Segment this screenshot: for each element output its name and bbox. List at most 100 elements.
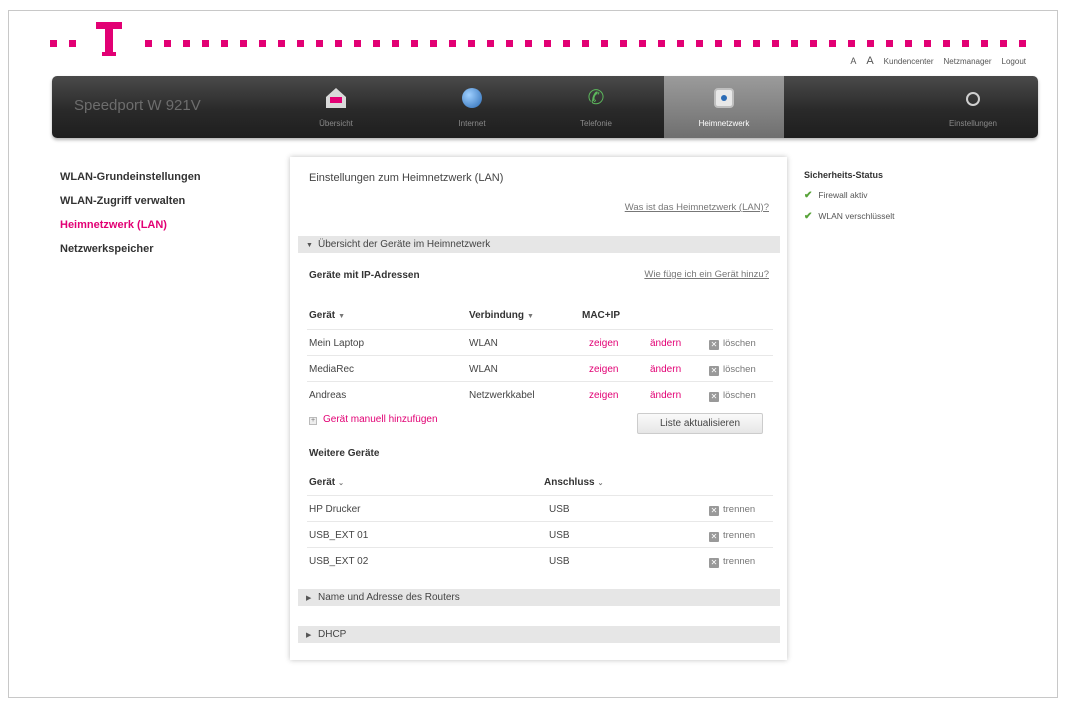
change-link[interactable]: ändern <box>650 338 681 349</box>
telekom-logo[interactable] <box>96 22 122 58</box>
brand-dot <box>468 40 475 47</box>
show-macip-link[interactable]: zeigen <box>589 338 618 349</box>
table-row: Mein Laptop WLAN zeigen ändern ✕ löschen <box>307 329 773 355</box>
col-header-connection[interactable]: Verbindung ▼ <box>469 310 534 321</box>
table-row: MediaRec WLAN zeigen ändern ✕ löschen <box>307 355 773 381</box>
brand-dot <box>867 40 874 47</box>
col-label: Anschluss <box>544 477 595 488</box>
netzmanager-link[interactable]: Netzmanager <box>944 57 992 66</box>
device-name: Andreas <box>309 390 347 401</box>
connection-type: WLAN <box>469 338 498 349</box>
brand-dot <box>221 40 228 47</box>
tab-uebersicht[interactable]: Übersicht <box>282 76 390 138</box>
kundencenter-link[interactable]: Kundencenter <box>884 57 934 66</box>
delete-button[interactable]: ✕ löschen <box>709 338 756 350</box>
brand-dot <box>487 40 494 47</box>
sidebar-item-netzwerkspeicher[interactable]: Netzwerkspeicher <box>60 242 260 266</box>
disconnect-button[interactable]: ✕ trennen <box>709 556 755 568</box>
tab-heimnetzwerk[interactable]: Heimnetzwerk <box>664 76 784 138</box>
change-link[interactable]: ändern <box>650 364 681 375</box>
brand-dotted-line <box>50 40 1035 48</box>
delete-button[interactable]: ✕ löschen <box>709 390 756 402</box>
device-name: USB_EXT 01 <box>309 530 369 541</box>
home-icon <box>326 88 346 108</box>
main-nav: Speedport W 921V Übersicht Internet ✆ Te… <box>52 76 1038 138</box>
page-title: Einstellungen zum Heimnetzwerk (LAN) <box>309 172 504 184</box>
refresh-list-button[interactable]: Liste aktualisieren <box>637 413 763 434</box>
delete-button[interactable]: ✕ löschen <box>709 364 756 376</box>
disconnect-button[interactable]: ✕ trennen <box>709 530 755 542</box>
brand-dot <box>715 40 722 47</box>
brand-dot <box>316 40 323 47</box>
tab-einstellungen[interactable]: Einstellungen <box>918 76 1028 138</box>
brand-dot <box>639 40 646 47</box>
tab-label: Telefonie <box>579 119 613 128</box>
sidebar-item-wlan-grundeinstellungen[interactable]: WLAN-Grundeinstellungen <box>60 170 260 194</box>
brand-dot <box>354 40 361 47</box>
device-name: Mein Laptop <box>309 338 365 349</box>
show-macip-link[interactable]: zeigen <box>589 390 618 401</box>
chevron-down-icon: ▼ <box>306 242 313 249</box>
delete-label: löschen <box>723 364 756 375</box>
brand-dot <box>506 40 513 47</box>
gear-icon <box>966 92 980 106</box>
section-router-name[interactable]: ▶ Name und Adresse des Routers <box>298 589 780 606</box>
security-status-heading: Sicherheits-Status <box>804 170 884 180</box>
status-item-wlan: ✔ WLAN verschlüsselt <box>804 211 1024 232</box>
brand-dot <box>981 40 988 47</box>
col-header-device[interactable]: Gerät ⌄ <box>309 477 344 488</box>
section-label: Übersicht der Geräte im Heimnetzwerk <box>318 239 491 250</box>
tab-telefonie[interactable]: ✆ Telefonie <box>542 76 650 138</box>
network-icon <box>714 88 734 108</box>
add-device-help-link[interactable]: Wie füge ich ein Gerät hinzu? <box>644 269 769 280</box>
brand-dot <box>240 40 247 47</box>
port-type: USB <box>549 504 570 515</box>
status-label: Firewall aktiv <box>818 190 868 200</box>
close-icon: ✕ <box>709 392 719 402</box>
disconnect-button[interactable]: ✕ trennen <box>709 504 755 516</box>
brand-dot <box>563 40 570 47</box>
brand-dot <box>810 40 817 47</box>
brand-dot <box>829 40 836 47</box>
security-status: Sicherheits-Status ✔ Firewall aktiv ✔ WLAN… <box>804 170 1024 232</box>
phone-icon: ✆ <box>587 87 605 109</box>
show-macip-link[interactable]: zeigen <box>589 364 618 375</box>
device-name: MediaRec <box>309 364 355 375</box>
device-name: HP Drucker <box>309 504 361 515</box>
logout-link[interactable]: Logout <box>1002 57 1026 66</box>
globe-icon <box>462 88 482 108</box>
brand-dot <box>620 40 627 47</box>
brand-dot <box>848 40 855 47</box>
check-icon: ✔ <box>804 190 813 201</box>
brand-dot <box>183 40 190 47</box>
brand-dot <box>525 40 532 47</box>
brand-dot <box>677 40 684 47</box>
font-small-link[interactable]: A <box>850 56 856 66</box>
font-large-link[interactable]: A <box>866 55 873 67</box>
section-dhcp[interactable]: ▶ DHCP <box>298 626 780 643</box>
add-device-label: Gerät manuell hinzufügen <box>323 414 438 425</box>
table-row: HP Drucker USB ✕ trennen <box>307 495 773 521</box>
port-type: USB <box>549 556 570 567</box>
brand-dot <box>297 40 304 47</box>
add-device-manually-link[interactable]: + Gerät manuell hinzufügen <box>309 414 438 425</box>
sidebar-item-heimnetzwerk-lan[interactable]: Heimnetzwerk (LAN) <box>60 218 260 242</box>
col-header-device[interactable]: Gerät ▼ <box>309 310 345 321</box>
brand-dot <box>335 40 342 47</box>
col-header-port[interactable]: Anschluss ⌄ <box>544 477 603 488</box>
sort-caret-icon: ▼ <box>338 313 346 320</box>
status-item-firewall: ✔ Firewall aktiv <box>804 190 1024 211</box>
brand-dot <box>696 40 703 47</box>
tab-internet[interactable]: Internet <box>418 76 526 138</box>
brand-dot <box>886 40 893 47</box>
brand-dot <box>962 40 969 47</box>
sidebar-item-wlan-zugriff[interactable]: WLAN-Zugriff verwalten <box>60 194 260 218</box>
brand-dot <box>145 40 152 47</box>
col-label: Verbindung <box>469 310 524 321</box>
lan-help-link[interactable]: Was ist das Heimnetzwerk (LAN)? <box>625 202 769 213</box>
change-link[interactable]: ändern <box>650 390 681 401</box>
brand-dot <box>905 40 912 47</box>
close-icon: ✕ <box>709 532 719 542</box>
check-icon: ✔ <box>804 211 813 222</box>
section-device-overview[interactable]: ▼ Übersicht der Geräte im Heimnetzwerk <box>298 236 780 253</box>
